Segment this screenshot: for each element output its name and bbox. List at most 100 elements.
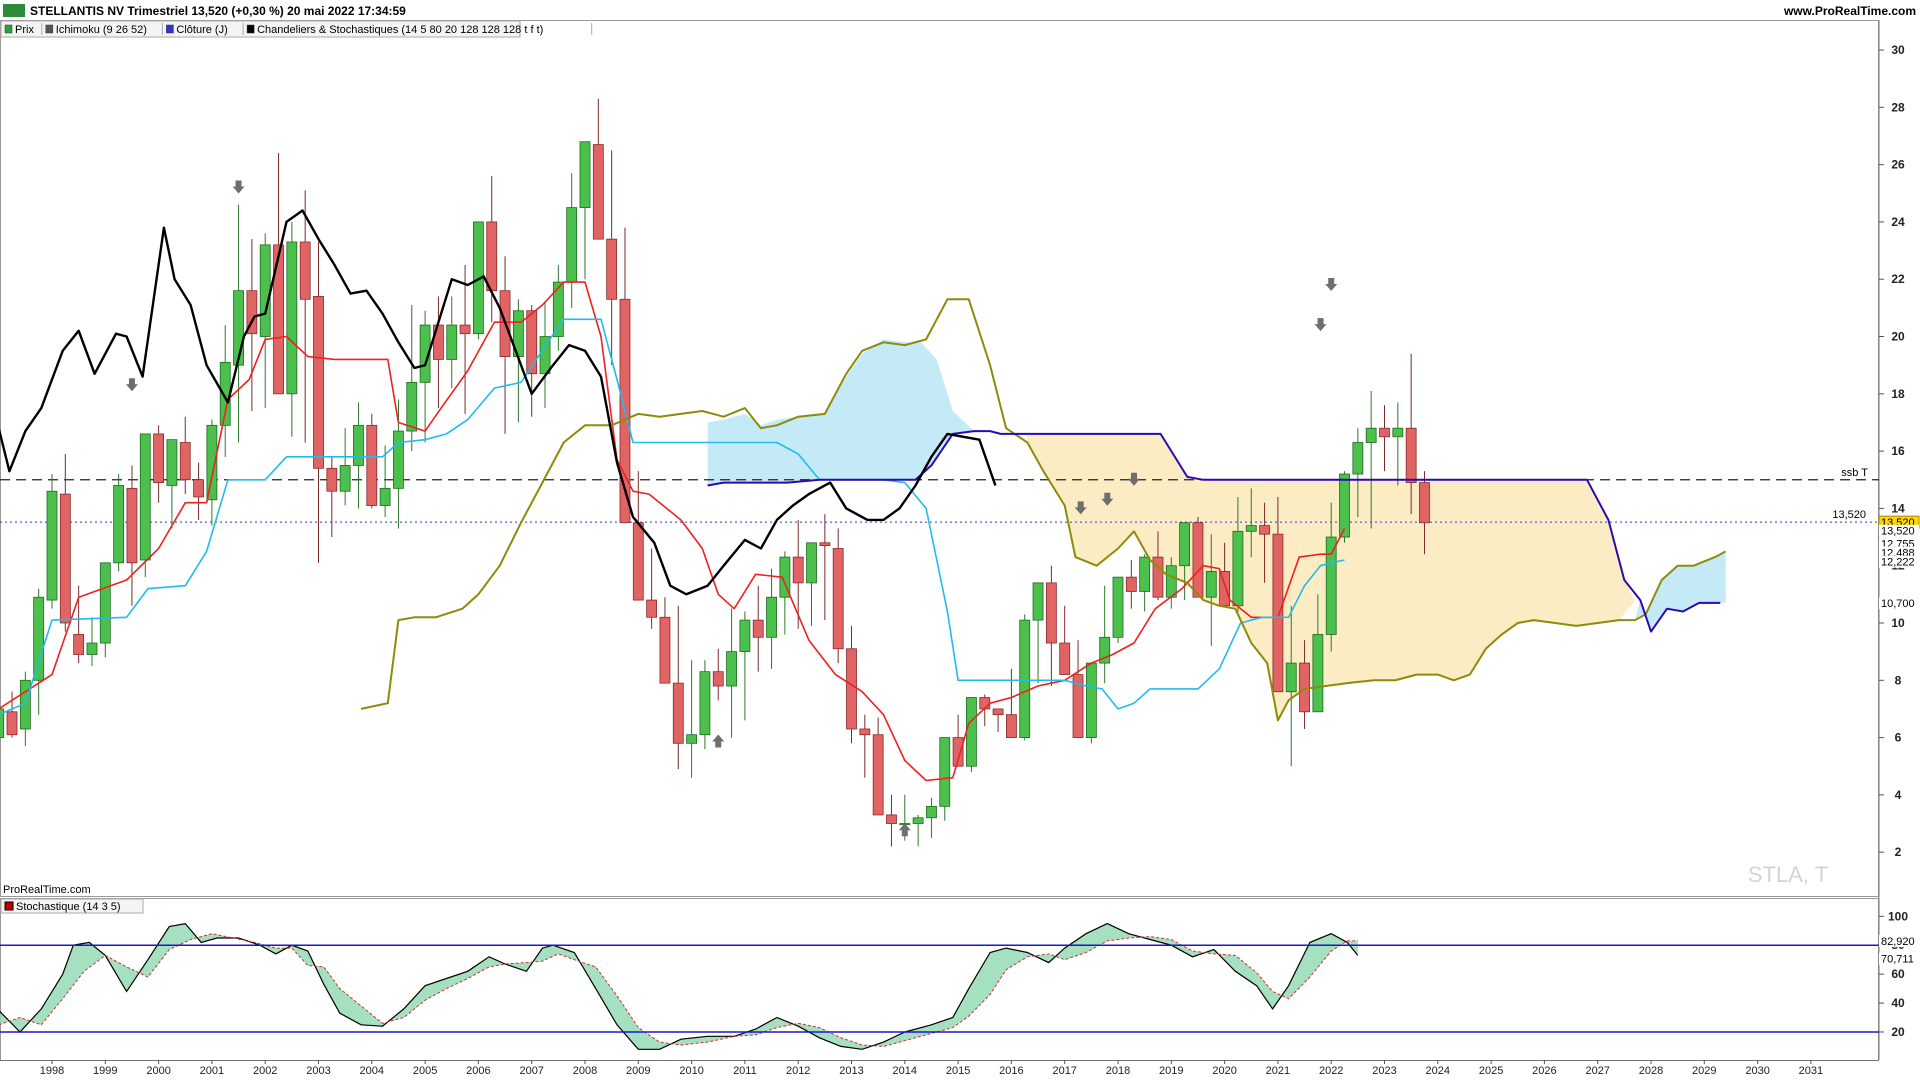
candle-body: [326, 467, 338, 492]
candle-body: [99, 562, 111, 644]
candle-body: [73, 634, 85, 655]
candle-body: [659, 616, 671, 684]
credit: ProRealTime.com: [3, 884, 91, 896]
stoch-legend-swatch: [4, 901, 14, 911]
stoch-panel-frame: [0, 898, 1879, 1061]
legend-swatch-2: [166, 24, 174, 34]
candle-body: [792, 556, 804, 584]
y-tick-label: 20: [1891, 330, 1905, 344]
candle: [99, 562, 111, 658]
x-tick-label: 2018: [1106, 1065, 1130, 1077]
price-label-1: 13,520: [1881, 526, 1915, 538]
y-tick-label: 2: [1895, 845, 1902, 859]
stoch-legend-label: Stochastique (14 3 5): [16, 901, 121, 913]
candle-body: [926, 805, 937, 819]
x-tick-label: 2008: [573, 1065, 597, 1077]
candle-body: [766, 596, 777, 638]
candle-body: [1232, 530, 1244, 607]
x-tick-label: 2024: [1426, 1065, 1450, 1077]
x-tick-label: 2005: [413, 1065, 437, 1077]
candle: [1019, 614, 1031, 741]
candle-body: [1205, 571, 1217, 598]
y-tick-label: 6: [1895, 731, 1902, 745]
candle-body: [739, 619, 751, 653]
candle-body: [712, 671, 724, 687]
candle-body: [1112, 576, 1124, 638]
stoch-label-1: 70,711: [1881, 954, 1914, 966]
candle-body: [193, 479, 204, 498]
candle-body: [819, 542, 831, 547]
candle-body: [806, 542, 817, 584]
candle-body: [59, 493, 71, 624]
candle-body: [832, 548, 844, 650]
candle: [832, 528, 844, 664]
candle-body: [1352, 442, 1364, 475]
y-tick-label: 14: [1891, 501, 1905, 515]
candle-body: [699, 671, 711, 736]
candle-body: [1285, 662, 1297, 693]
candle-body: [1085, 662, 1097, 738]
candle-body: [153, 433, 165, 484]
watermark: STLA, T: [1748, 862, 1828, 887]
chart-title: STELLANTIS NV Trimestriel 13,520 (+0,30 …: [30, 4, 406, 18]
candle-body: [566, 207, 578, 283]
candle-body: [1379, 427, 1390, 438]
y-tick-label: 8: [1895, 673, 1902, 687]
y-tick-label: 10: [1891, 616, 1905, 630]
candle-body: [912, 817, 924, 824]
x-tick-label: 2014: [893, 1065, 917, 1077]
candle-body: [459, 324, 471, 335]
candle-body: [1059, 642, 1071, 675]
candle-body: [1392, 427, 1404, 438]
y-tick-label: 4: [1895, 788, 1902, 802]
candle-body: [6, 711, 18, 736]
x-tick-label: 2022: [1319, 1065, 1343, 1077]
legend-label-2: Clôture (J): [176, 24, 227, 36]
candle-body: [379, 487, 391, 506]
candle-body: [299, 241, 311, 300]
candle-body: [592, 144, 604, 240]
candle-body: [1339, 473, 1350, 538]
x-tick-label: 1999: [93, 1065, 117, 1077]
candle-body: [353, 424, 364, 466]
candle-body: [259, 244, 271, 337]
candle: [1339, 471, 1350, 543]
candle-body: [526, 310, 538, 375]
x-tick-label: 2000: [146, 1065, 170, 1077]
ssb-label: ssb T: [1841, 467, 1868, 479]
stoch-legend: Stochastique (14 3 5): [0, 898, 144, 914]
x-tick-label: 2003: [306, 1065, 330, 1077]
candle-body: [1219, 571, 1230, 607]
candle-body: [872, 734, 884, 816]
candle-body: [1006, 714, 1017, 738]
x-tick-label: 1998: [40, 1065, 64, 1077]
candle-body: [726, 651, 737, 687]
x-tick-label: 2021: [1266, 1065, 1290, 1077]
y-tick-label: 22: [1891, 272, 1905, 286]
x-tick-label: 2023: [1372, 1065, 1396, 1077]
candle: [966, 697, 977, 772]
candle-body: [992, 708, 1004, 716]
candle-body: [1045, 582, 1057, 644]
y-tick-label: 16: [1891, 444, 1905, 458]
legend-label-3: Chandeliers & Stochastiques (14 5 80 20 …: [257, 24, 543, 36]
x-tick-label: 2019: [1159, 1065, 1183, 1077]
site-url: www.ProRealTime.com: [1783, 4, 1916, 18]
candle-body: [339, 465, 351, 492]
x-tick-label: 2006: [466, 1065, 490, 1077]
candle: [1112, 576, 1124, 644]
y-tick-label: 24: [1891, 215, 1905, 229]
candle-body: [1139, 556, 1151, 592]
candle-body: [632, 522, 644, 601]
price-label-5: 10,700: [1881, 598, 1915, 610]
candle: [1192, 516, 1204, 598]
x-tick-label: 2031: [1799, 1065, 1823, 1077]
candle-body: [1259, 525, 1270, 535]
x-tick-label: 2015: [946, 1065, 970, 1077]
x-tick-label: 2026: [1532, 1065, 1556, 1077]
header-bar: STELLANTIS NV Trimestriel 13,520 (+0,30 …: [3, 4, 1916, 18]
x-tick-label: 2009: [626, 1065, 650, 1077]
y-tick-label: 18: [1891, 387, 1905, 401]
candle-body: [846, 648, 857, 730]
x-tick-label: 2020: [1212, 1065, 1236, 1077]
